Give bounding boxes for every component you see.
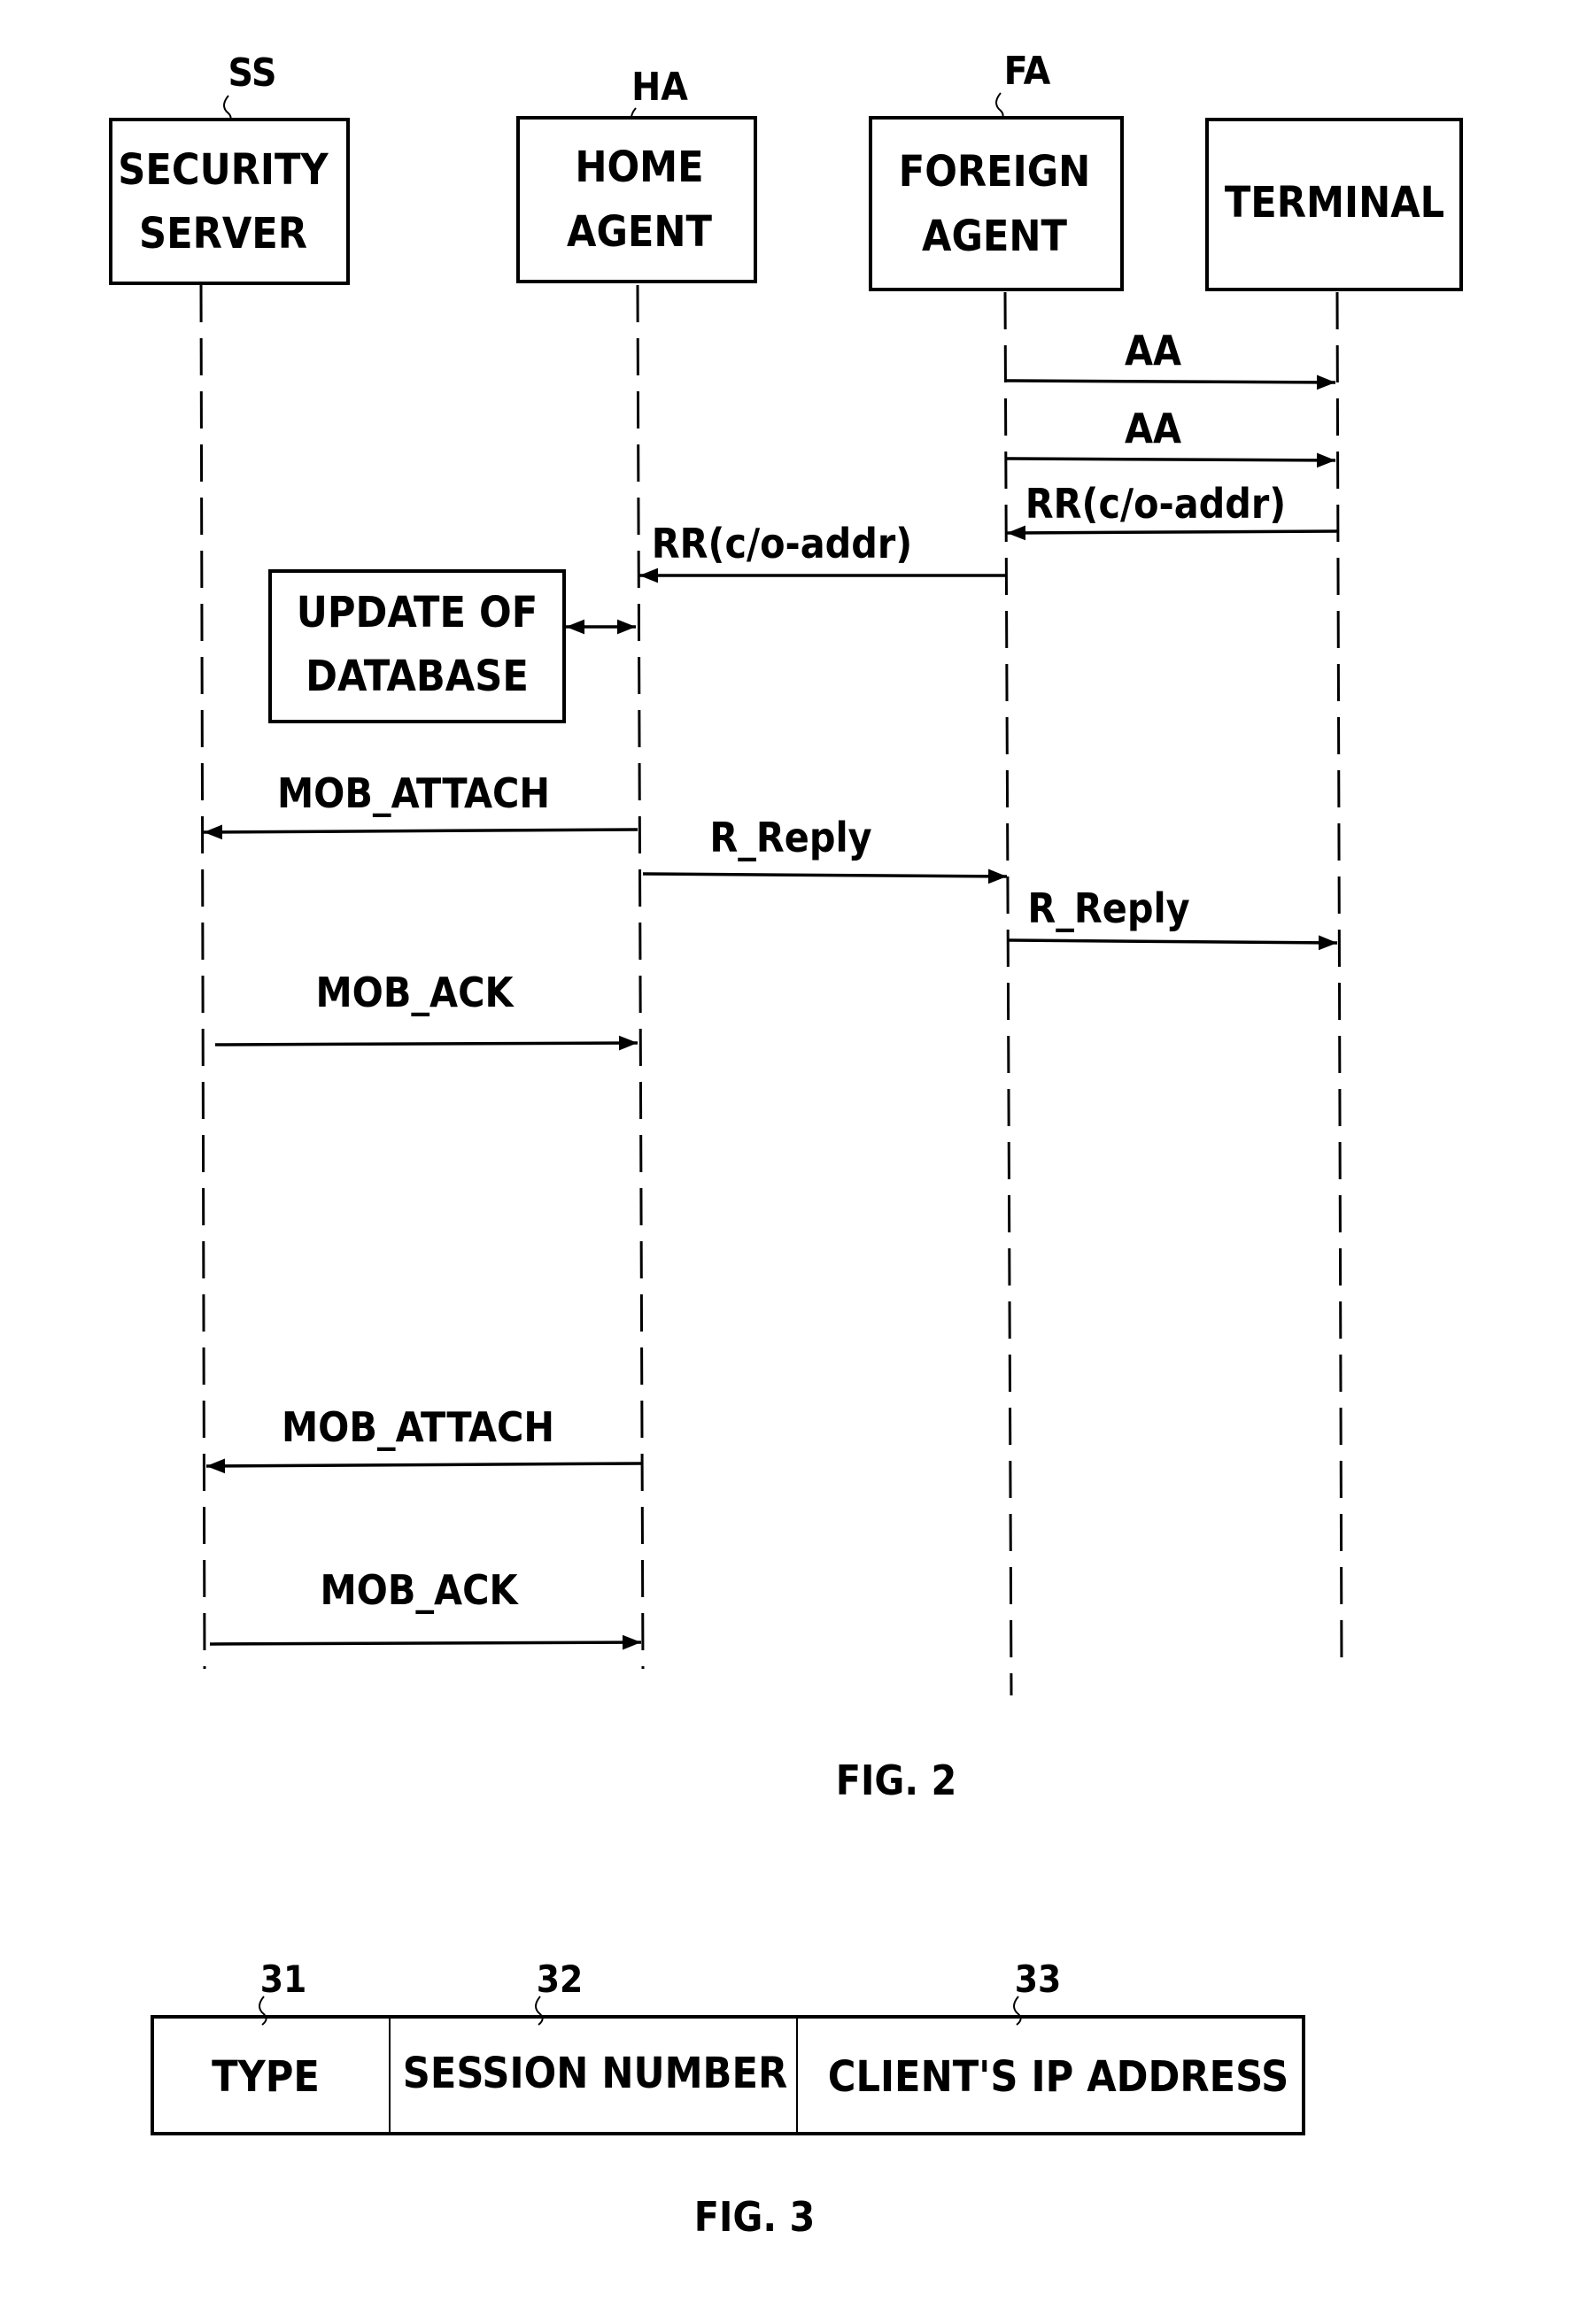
entity-foreign-agent: FA FOREIGN AGENT — [869, 49, 1124, 1696]
message-label: MOB_ACK — [315, 969, 515, 1016]
field-label: TYPE — [212, 2052, 320, 2102]
message-label: AA — [1125, 327, 1181, 374]
message-r-reply-ha-to-fa: R_Reply — [642, 814, 1008, 884]
fig2-caption: FIG. 2 — [836, 1757, 957, 1804]
message-label: MOB_ATTACH — [282, 1403, 554, 1451]
database-label-line1: UPDATE OF — [297, 588, 538, 637]
database-update-box: UPDATE OF DATABASE — [268, 569, 636, 723]
fig2-sequence-diagram: SS SECURITY SERVER HA HOME AGENT FA FORE… — [109, 49, 1463, 1804]
patent-drawing: SS SECURITY SERVER HA HOME AGENT FA FORE… — [109, 49, 1463, 2241]
message-label: R_Reply — [709, 814, 871, 861]
message-aa-2: AA — [1004, 405, 1336, 468]
database-label-line2: DATABASE — [306, 652, 529, 701]
entity-box-fa — [869, 116, 1124, 291]
message-mob-ack-2: MOB_ACK — [209, 1566, 642, 1650]
message-r-reply-fa-to-terminal: R_Reply — [1006, 884, 1338, 951]
message-arrow — [1004, 374, 1336, 390]
lifeline-fa — [1003, 291, 1013, 1696]
field-ref-number: 31 — [260, 1957, 307, 2001]
entity-label-line1: SECURITY — [118, 145, 329, 195]
lifeline-ha — [636, 284, 645, 1670]
message-label: R_Reply — [1027, 884, 1189, 932]
message-arrow — [642, 869, 1008, 884]
field-label: SESSION NUMBER — [403, 2049, 787, 2098]
message-arrow — [1004, 452, 1336, 468]
message-arrow — [1006, 935, 1338, 951]
field-ref-number: 33 — [1015, 1957, 1062, 2001]
message-arrow — [205, 1458, 642, 1474]
entity-box-ss — [109, 118, 350, 285]
entity-label-line1: TERMINAL — [1225, 178, 1444, 228]
entity-label-line2: SERVER — [139, 209, 307, 259]
ref-label-fa: FA — [1004, 49, 1051, 94]
entity-label-line2: AGENT — [567, 207, 713, 257]
lifeline-terminal — [1335, 291, 1343, 1670]
message-label: RR(c/o-addr) — [652, 520, 912, 567]
message-arrow — [203, 824, 638, 840]
message-rr-terminal-to-fa: RR(c/o-addr) — [1006, 480, 1338, 541]
message-label: AA — [1125, 405, 1181, 452]
message-aa-1: AA — [1004, 327, 1336, 390]
field-label: CLIENT'S IP ADDRESS — [828, 2052, 1288, 2102]
message-arrow — [214, 1035, 638, 1051]
message-mob-attach-2: MOB_ATTACH — [205, 1403, 642, 1474]
entity-label-line2: AGENT — [922, 212, 1068, 261]
fig3-packet-format: 31 TYPE 32 SESSION NUMBER 33 CLIENT'S IP… — [151, 1957, 1305, 2241]
message-mob-attach-1: MOB_ATTACH — [203, 769, 638, 840]
ref-label-ha: HA — [631, 65, 688, 110]
field-ref-number: 32 — [537, 1957, 584, 2001]
entity-terminal: TERMINAL — [1205, 118, 1463, 1670]
message-mob-ack-1: MOB_ACK — [214, 969, 638, 1051]
entity-label-line1: HOME — [575, 143, 703, 192]
ref-label-ss: SS — [228, 50, 276, 96]
lifeline-ss — [199, 284, 206, 1670]
message-label: MOB_ACK — [320, 1566, 519, 1614]
message-label: MOB_ATTACH — [277, 769, 550, 817]
message-rr-fa-to-ha: RR(c/o-addr) — [639, 520, 1005, 583]
message-label: RR(c/o-addr) — [1025, 480, 1286, 528]
message-arrow — [209, 1634, 642, 1650]
fig3-caption: FIG. 3 — [694, 2193, 816, 2241]
entity-label-line1: FOREIGN — [899, 147, 1091, 197]
message-arrow — [1006, 525, 1338, 541]
